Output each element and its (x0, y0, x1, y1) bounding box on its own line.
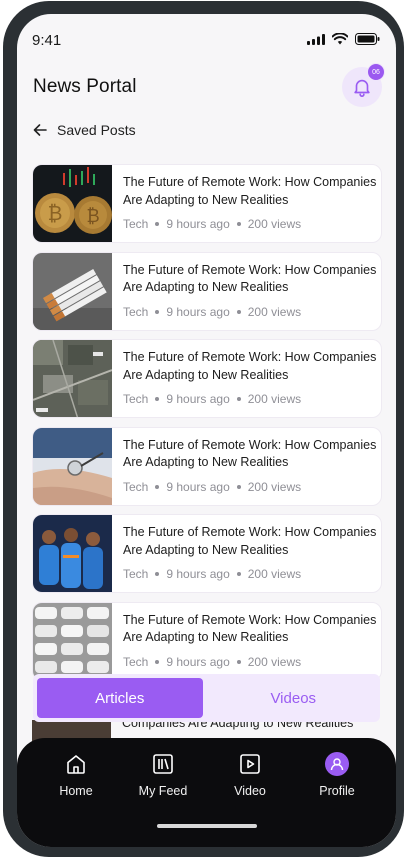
post-title: The Future of Remote Work: How Companies… (123, 175, 377, 207)
post-category: Tech (123, 392, 149, 406)
post-time: 9 hours ago (166, 304, 230, 319)
post-time: 9 hours ago (166, 479, 230, 494)
post-title: The Future of Remote Work: How Companies… (123, 437, 377, 470)
post-card[interactable]: The Future of Remote Work: How Companies… (32, 251, 382, 331)
post-views: 200 views (247, 654, 302, 669)
post-views: 200 views (247, 567, 302, 581)
post-meta: Tech 9 hours ago 200 views (123, 655, 301, 669)
separator-dot (155, 397, 160, 401)
post-title: The Future of Remote Work: How Companies… (123, 525, 377, 557)
post-thumbnail (33, 602, 112, 680)
post-card[interactable]: The Future of Remote Work: How Companies… (32, 339, 382, 418)
post-title: The Future of Remote Work: How Companies… (123, 262, 377, 295)
post-meta: Tech 9 hours ago 200 views (123, 217, 301, 231)
back-arrow-icon[interactable] (33, 123, 47, 137)
separator-dot (155, 222, 160, 226)
home-indicator (157, 824, 257, 828)
post-thumbnail (33, 515, 112, 592)
nav-label: Home (59, 784, 93, 798)
saved-posts-label: Saved Posts (57, 122, 136, 138)
nav-item-my-feed[interactable]: My Feed (128, 752, 198, 798)
nav-label: Profile (319, 784, 355, 798)
notification-button[interactable]: 06 (342, 63, 385, 107)
post-card[interactable]: The Future of Remote Work: How Companies… (32, 426, 382, 506)
separator-dot (155, 484, 160, 489)
post-category: Tech (123, 304, 149, 319)
page-title: News Portal (33, 76, 137, 97)
notification-badge: 06 (367, 63, 385, 81)
video-icon (240, 754, 260, 774)
separator-dot (236, 397, 241, 401)
side-button-left (3, 197, 9, 301)
separator-dot (155, 572, 160, 576)
signal-icon (307, 33, 325, 45)
bottom-navigation: Home My Feed Video Profile (17, 738, 396, 847)
separator-dot (155, 309, 160, 314)
separator-dot (236, 222, 241, 226)
status-time: 9:41 (32, 32, 62, 49)
svg-text:₿: ₿ (86, 206, 99, 227)
post-card[interactable]: The Future of Remote Work: How Companies… (32, 514, 382, 593)
phone-frame: 9:41 News Portal 06 Saved Posts ₿ ₿ The … (3, 1, 404, 857)
battery-icon (355, 33, 380, 45)
post-views: 200 views (247, 217, 302, 231)
post-meta: Tech 9 hours ago 200 views (123, 305, 301, 319)
separator-dot (236, 572, 241, 576)
nav-item-home[interactable]: Home (41, 752, 111, 798)
saved-posts-header: Saved Posts (33, 122, 136, 138)
status-icons (307, 33, 380, 45)
post-meta: Tech 9 hours ago 200 views (123, 392, 301, 406)
post-thumbnail: ₿ ₿ (33, 165, 112, 242)
post-views: 200 views (247, 392, 302, 406)
content-type-toggle: Articles Videos (33, 674, 380, 722)
post-views: 200 views (247, 479, 302, 494)
separator-dot (236, 484, 241, 489)
post-time: 9 hours ago (166, 217, 230, 231)
side-button-right-upper (398, 221, 404, 271)
post-title: The Future of Remote Work: How Companies… (123, 612, 377, 645)
post-category: Tech (123, 654, 149, 669)
post-category: Tech (123, 567, 149, 581)
home-icon (67, 755, 85, 774)
nav-label: Video (234, 784, 266, 798)
nav-item-profile[interactable]: Profile (302, 752, 372, 798)
side-button-right-lower (398, 315, 404, 379)
separator-dot (236, 309, 241, 314)
tab-videos[interactable]: Videos (211, 678, 377, 718)
wifi-icon (332, 33, 348, 45)
post-thumbnail (33, 340, 112, 417)
profile-icon (325, 752, 349, 776)
post-views: 200 views (247, 304, 302, 319)
post-category: Tech (123, 479, 149, 494)
post-time: 9 hours ago (166, 567, 230, 581)
post-thumbnail (33, 427, 112, 505)
separator-dot (236, 659, 241, 664)
post-title: The Future of Remote Work: How Companies… (123, 350, 377, 382)
separator-dot (155, 659, 160, 664)
svg-text:₿: ₿ (48, 201, 63, 225)
nav-label: My Feed (138, 784, 188, 798)
feed-icon (153, 754, 173, 774)
saved-posts-list: ₿ ₿ The Future of Remote Work: How Compa… (32, 164, 382, 689)
post-time: 9 hours ago (166, 392, 230, 406)
post-meta: Tech 9 hours ago 200 views (123, 567, 301, 581)
post-card[interactable]: The Future of Remote Work: How Companies… (32, 601, 382, 681)
nav-item-video[interactable]: Video (215, 752, 285, 798)
post-card[interactable]: ₿ ₿ The Future of Remote Work: How Compa… (32, 164, 382, 243)
post-time: 9 hours ago (166, 654, 230, 669)
bell-icon (354, 79, 370, 97)
tab-articles[interactable]: Articles (37, 678, 203, 718)
post-thumbnail (33, 252, 112, 330)
status-bar: 9:41 (17, 14, 396, 58)
post-category: Tech (123, 217, 149, 231)
screen: 9:41 News Portal 06 Saved Posts ₿ ₿ The … (17, 14, 396, 847)
post-meta: Tech 9 hours ago 200 views (123, 480, 301, 494)
